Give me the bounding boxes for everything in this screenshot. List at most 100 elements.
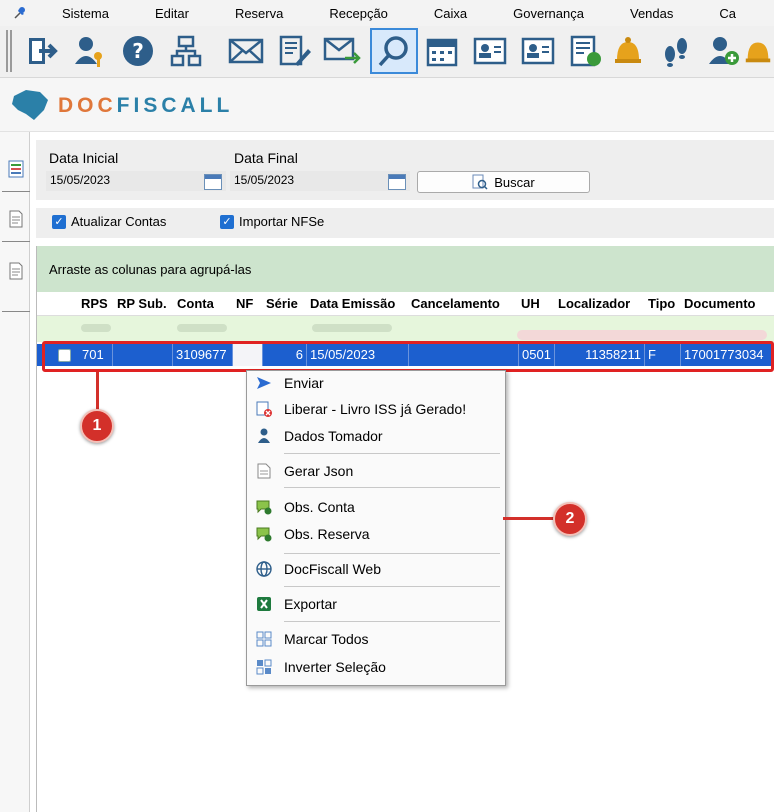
calendar-picker-icon[interactable] bbox=[388, 174, 406, 190]
rail-tab-file[interactable] bbox=[2, 192, 30, 242]
menu-item-enviar[interactable]: Enviar bbox=[246, 370, 504, 396]
menu-bar: Sistema Editar Reserva Recepção Caixa Go… bbox=[0, 0, 774, 26]
menu-item-gerar-json[interactable]: Gerar Json bbox=[246, 458, 504, 484]
data-inicial-label: Data Inicial bbox=[49, 150, 119, 166]
globe-icon bbox=[254, 559, 274, 579]
annotation-badge-1: 1 bbox=[80, 409, 114, 443]
column-header-conta[interactable]: Conta bbox=[177, 296, 214, 311]
column-header-localizador[interactable]: Localizador bbox=[558, 296, 630, 311]
file2-icon bbox=[9, 262, 23, 280]
annotation-row-highlight bbox=[42, 341, 774, 372]
column-header-documento[interactable]: Documento bbox=[684, 296, 756, 311]
importar-nfse-checkbox[interactable]: ✓ Importar NFSe bbox=[220, 214, 324, 229]
column-header-data-emissao[interactable]: Data Emissão bbox=[310, 296, 395, 311]
excel-icon bbox=[254, 594, 274, 614]
menu-item-marcar-todos[interactable]: Marcar Todos bbox=[246, 626, 504, 652]
menu-item-docfiscall-web[interactable]: DocFiscall Web bbox=[246, 556, 504, 582]
importar-nfse-label: Importar NFSe bbox=[239, 214, 325, 229]
column-header-cancelamento[interactable]: Cancelamento bbox=[411, 296, 500, 311]
annotation-leader-2 bbox=[503, 517, 555, 520]
column-header-serie[interactable]: Série bbox=[266, 296, 298, 311]
atualizar-contas-label: Atualizar Contas bbox=[71, 214, 167, 229]
send-arrow-icon bbox=[254, 373, 274, 393]
data-final-field[interactable]: 15/05/2023 bbox=[230, 171, 410, 191]
doc-edit-icon[interactable] bbox=[270, 28, 318, 74]
menu-item-inverter-selecao[interactable]: Inverter Seleção bbox=[246, 654, 504, 680]
data-inicial-field[interactable]: 15/05/2023 bbox=[46, 171, 226, 191]
left-rail bbox=[0, 132, 30, 812]
toolbar: ? bbox=[0, 26, 774, 78]
menu-ca[interactable]: Ca bbox=[695, 6, 758, 21]
options-panel: ✓ Atualizar Contas ✓ Importar NFSe bbox=[36, 208, 774, 238]
column-header-rp-sub[interactable]: RP Sub. bbox=[117, 296, 167, 311]
menu-item-liberar[interactable]: Liberar - Livro ISS já Gerado! bbox=[246, 396, 504, 422]
search-doc-icon bbox=[472, 174, 488, 190]
menu-governanca[interactable]: Governança bbox=[489, 6, 606, 21]
column-header-uh[interactable]: UH bbox=[521, 296, 540, 311]
report-icon[interactable] bbox=[562, 28, 610, 74]
menu-separator bbox=[284, 553, 500, 554]
release-icon bbox=[254, 399, 274, 419]
buscar-label: Buscar bbox=[494, 174, 535, 190]
menu-separator bbox=[284, 487, 500, 488]
invert-selection-icon bbox=[254, 657, 274, 677]
mail-icon[interactable] bbox=[222, 28, 270, 74]
menu-separator bbox=[284, 453, 500, 454]
filter-panel: Data Inicial 15/05/2023 Data Final 15/05… bbox=[36, 140, 774, 200]
menu-sistema[interactable]: Sistema bbox=[40, 6, 131, 21]
card2-icon[interactable] bbox=[514, 28, 562, 74]
menu-separator bbox=[284, 586, 500, 587]
logo-text: DOCFISCALL bbox=[58, 94, 234, 117]
annotation-badge-2: 2 bbox=[553, 502, 587, 536]
exit-icon[interactable] bbox=[18, 28, 66, 74]
card-icon[interactable] bbox=[466, 28, 514, 74]
menu-item-dados-tomador[interactable]: Dados Tomador bbox=[246, 423, 504, 449]
rail-tab-documents[interactable] bbox=[2, 142, 30, 192]
context-menu-items: Enviar Liberar - Livro ISS já Gerado! Da… bbox=[246, 370, 506, 686]
note-icon bbox=[254, 497, 274, 517]
calendar-icon[interactable] bbox=[418, 28, 466, 74]
annotation-leader-1 bbox=[96, 372, 99, 412]
calendar-picker-icon[interactable] bbox=[204, 174, 222, 190]
search-icon[interactable] bbox=[370, 28, 418, 74]
help-icon[interactable]: ? bbox=[114, 28, 162, 74]
group-by-panel[interactable]: Arraste as colunas para agrupá-las bbox=[37, 246, 774, 292]
user-key-icon[interactable] bbox=[66, 28, 114, 74]
bell-icon[interactable] bbox=[604, 28, 652, 74]
grid-header: RPS RP Sub. Conta NF Série Data Emissão … bbox=[37, 292, 774, 316]
send-mail-icon[interactable] bbox=[318, 28, 366, 74]
menu-item-obs-reserva[interactable]: Obs. Reserva bbox=[246, 521, 504, 547]
bell2-icon[interactable] bbox=[742, 28, 774, 74]
grid-check-icon bbox=[254, 629, 274, 649]
column-header-rps[interactable]: RPS bbox=[81, 296, 108, 311]
pin-icon[interactable] bbox=[0, 0, 40, 26]
column-header-tipo[interactable]: Tipo bbox=[648, 296, 675, 311]
add-user-icon[interactable] bbox=[700, 28, 748, 74]
tree-icon[interactable] bbox=[162, 28, 210, 74]
atualizar-contas-checkbox[interactable]: ✓ Atualizar Contas bbox=[52, 214, 166, 229]
checkmark-icon: ✓ bbox=[220, 214, 234, 229]
menu-item-obs-conta[interactable]: Obs. Conta bbox=[246, 494, 504, 520]
file-icon bbox=[9, 210, 23, 228]
checkmark-icon: ✓ bbox=[52, 214, 66, 229]
menu-caixa[interactable]: Caixa bbox=[410, 6, 489, 21]
toolbar-grip[interactable] bbox=[6, 30, 12, 72]
svg-text:?: ? bbox=[132, 39, 144, 63]
rail-tab-file2[interactable] bbox=[2, 244, 30, 312]
data-final-label: Data Final bbox=[234, 150, 298, 166]
buscar-button[interactable]: Buscar bbox=[417, 171, 590, 193]
logo-strip: DOCFISCALL bbox=[0, 78, 774, 132]
column-header-nf[interactable]: NF bbox=[236, 296, 253, 311]
menu-reserva[interactable]: Reserva bbox=[211, 6, 305, 21]
menu-recepcao[interactable]: Recepção bbox=[305, 6, 410, 21]
note-icon bbox=[254, 524, 274, 544]
person-icon bbox=[254, 426, 274, 446]
json-file-icon bbox=[254, 461, 274, 481]
menu-item-exportar[interactable]: Exportar bbox=[246, 591, 504, 617]
menu-editar[interactable]: Editar bbox=[131, 6, 211, 21]
footprints-icon[interactable] bbox=[652, 28, 700, 74]
table-row-redacted[interactable] bbox=[37, 316, 774, 342]
document-list-icon bbox=[8, 160, 24, 178]
brazil-map-logo-icon bbox=[12, 90, 48, 120]
menu-vendas[interactable]: Vendas bbox=[606, 6, 695, 21]
